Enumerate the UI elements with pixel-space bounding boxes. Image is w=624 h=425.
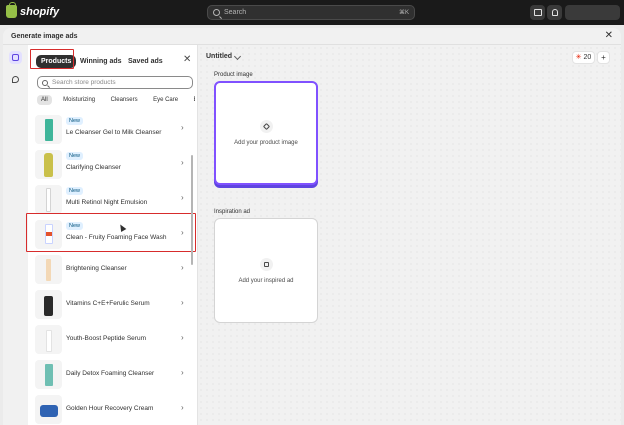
tool-rail: [3, 45, 28, 425]
product-thumbnail: [35, 255, 62, 284]
tab-saved-ads[interactable]: Saved ads: [123, 55, 168, 68]
bell-icon: [551, 9, 558, 16]
product-list: New Le Cleanser Gel to Milk Cleanser › N…: [28, 113, 194, 425]
filter-moisturizing[interactable]: Moisturizing: [59, 95, 99, 105]
list-item[interactable]: Golden Hour Recovery Cream ›: [28, 393, 194, 425]
new-badge: New: [66, 152, 84, 160]
panel-tabs: Products Winning ads Saved ads ✕: [28, 45, 198, 75]
products-tab-highlight: [30, 49, 74, 69]
product-name: Le Cleanser Gel to Milk Cleanser: [66, 129, 162, 136]
notifications-button[interactable]: [547, 5, 562, 20]
search-icon: [42, 79, 48, 86]
image-sparkle-icon: [12, 54, 19, 61]
list-item[interactable]: New Clarifying Cleanser ›: [28, 148, 194, 182]
product-thumbnail: [35, 150, 62, 179]
filter-more[interactable]: Ba: [190, 95, 195, 105]
account-menu[interactable]: [565, 5, 620, 20]
modal-close-icon[interactable]: ✕: [605, 31, 613, 41]
list-item[interactable]: Youth-Boost Peptide Serum ›: [28, 323, 194, 357]
chevron-right-icon: ›: [181, 333, 184, 342]
chevron-right-icon: ›: [181, 263, 184, 272]
selected-item-highlight: [26, 213, 196, 252]
product-name: Brightening Cleanser: [66, 265, 127, 272]
product-name: Multi Retinol Night Emulsion: [66, 199, 148, 206]
product-thumbnail: [35, 115, 62, 144]
modal-title: Generate image ads: [11, 32, 78, 40]
shopify-bag-icon: [6, 2, 17, 18]
inspiration-ad-label: Inspiration ad: [214, 209, 251, 215]
list-item[interactable]: Vitamins C+E+Ferulic Serum ›: [28, 288, 194, 322]
credits-counter: ✳ 20: [572, 51, 595, 64]
inspiration-ad-cta: Add your inspired ad: [238, 277, 294, 284]
new-badge: New: [66, 187, 84, 195]
sparkle-icon: ✳: [575, 54, 582, 61]
chevron-right-icon: ›: [181, 403, 184, 412]
pencil-icon[interactable]: [234, 52, 242, 61]
chevron-right-icon: ›: [181, 193, 184, 202]
list-item[interactable]: Daily Detox Foaming Cleanser ›: [28, 358, 194, 392]
list-item[interactable]: New Multi Retinol Night Emulsion ›: [28, 183, 194, 217]
global-search[interactable]: Search ⌘K: [207, 5, 415, 20]
product-name: Golden Hour Recovery Cream: [66, 405, 154, 412]
tag-icon: [259, 120, 273, 133]
product-thumbnail: [35, 290, 62, 319]
store-icon: [533, 9, 542, 16]
search-placeholder: Search: [224, 9, 247, 16]
modal-header: Generate image ads ✕: [3, 28, 621, 45]
product-search-input[interactable]: [52, 79, 182, 86]
product-image-dropzone[interactable]: Add your product image: [214, 81, 318, 185]
product-image-cta: Add your product image: [234, 140, 298, 146]
product-name: Vitamins C+E+Ferulic Serum: [66, 300, 150, 307]
filter-all[interactable]: All: [37, 95, 52, 105]
product-list-scrollbar[interactable]: [191, 155, 193, 265]
chevron-right-icon: ›: [181, 368, 184, 377]
product-name: Youth-Boost Peptide Serum: [66, 335, 146, 342]
list-item[interactable]: New Le Cleanser Gel to Milk Cleanser ›: [28, 113, 194, 147]
brand-tool-button[interactable]: [9, 73, 22, 86]
image-ads-tool-button[interactable]: [9, 51, 22, 64]
brand-name: shopify: [20, 5, 60, 18]
product-name: Daily Detox Foaming Cleanser: [66, 370, 155, 377]
products-panel: Products Winning ads Saved ads ✕ All Moi…: [26, 45, 198, 425]
image-icon: [259, 257, 273, 271]
panel-close-icon[interactable]: ✕: [183, 55, 191, 65]
inspiration-ad-dropzone[interactable]: Add your inspired ad: [214, 218, 318, 323]
shopify-logo[interactable]: shopify: [6, 2, 60, 18]
paint-brush-icon: [12, 76, 19, 83]
chevron-right-icon: ›: [181, 123, 184, 132]
list-item[interactable]: Brightening Cleanser ›: [28, 253, 194, 287]
document-title-text: Untitled: [206, 53, 233, 60]
tab-winning-ads[interactable]: Winning ads: [75, 55, 127, 68]
new-badge: New: [66, 117, 84, 125]
category-filters: All Moisturizing Cleansers Eye Care Ba: [37, 95, 195, 107]
filter-eye-care[interactable]: Eye Care: [149, 95, 182, 105]
ad-canvas: Untitled ✳ 20 + Product image Add your p…: [198, 45, 621, 425]
credits-value: 20: [583, 54, 592, 61]
product-thumbnail: [35, 325, 62, 354]
document-title[interactable]: Untitled: [206, 52, 242, 61]
product-thumbnail: [35, 185, 62, 214]
product-name: Clarifying Cleanser: [66, 164, 121, 171]
chevron-right-icon: ›: [181, 158, 184, 167]
top-bar: shopify Search ⌘K: [0, 0, 624, 25]
product-image-label: Product image: [214, 72, 253, 78]
filter-cleansers[interactable]: Cleansers: [107, 95, 142, 105]
add-button[interactable]: +: [597, 51, 610, 64]
product-thumbnail: [35, 395, 62, 424]
search-shortcut: ⌘K: [398, 10, 409, 16]
store-button[interactable]: [530, 5, 545, 20]
product-thumbnail: [35, 360, 62, 389]
product-search-field[interactable]: [37, 76, 193, 89]
generate-image-ads-modal: Generate image ads ✕ Products Winning ad…: [3, 28, 621, 425]
chevron-right-icon: ›: [181, 298, 184, 307]
search-icon: [213, 9, 220, 16]
